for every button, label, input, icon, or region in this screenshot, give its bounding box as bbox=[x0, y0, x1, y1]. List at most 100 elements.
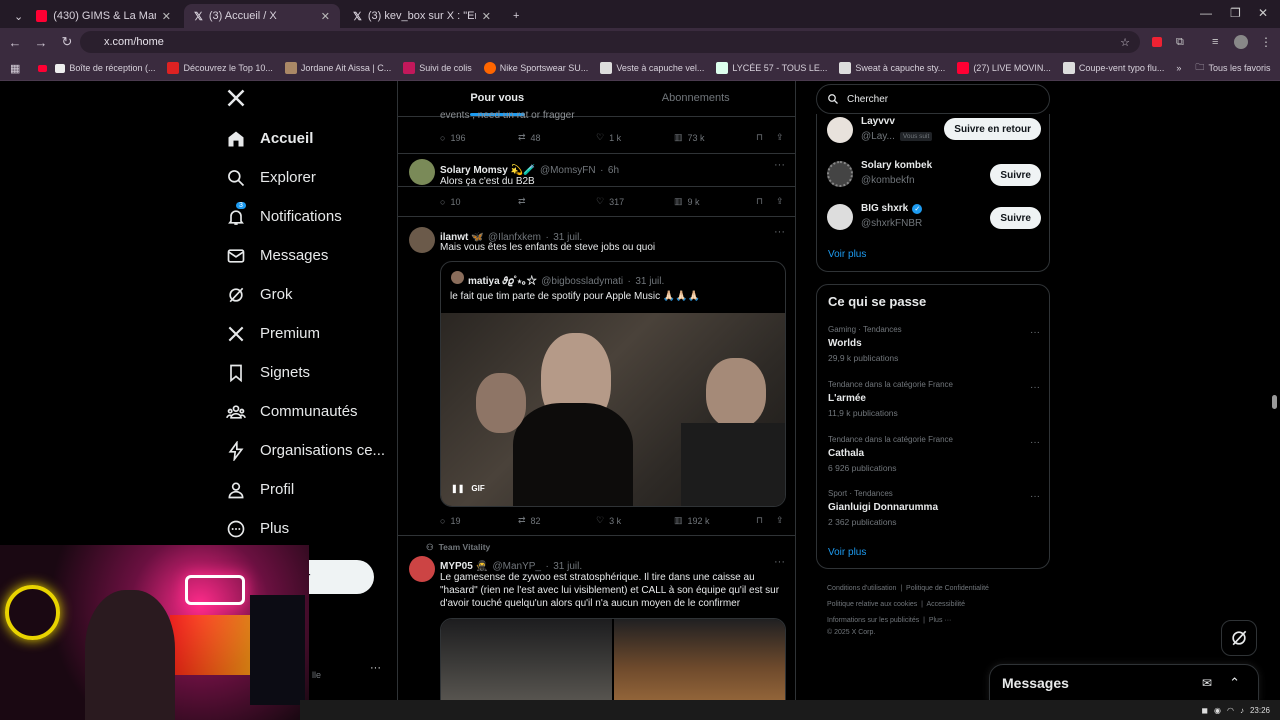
new-tab-button[interactable]: + bbox=[503, 4, 529, 28]
account-more-icon[interactable]: ··· bbox=[370, 662, 381, 674]
reply-button[interactable]: ○ 196 bbox=[440, 132, 518, 143]
trend-item[interactable]: Sport · Tendances Gianluigi Donnarumma 2… bbox=[828, 489, 1040, 527]
like-button[interactable]: ♡ 317 bbox=[596, 196, 674, 207]
trend-item[interactable]: Tendance dans la catégorie France Cathal… bbox=[828, 435, 1040, 473]
avatar[interactable] bbox=[827, 161, 853, 187]
pause-icon[interactable]: ❚❚ bbox=[451, 484, 464, 493]
nav-organisations[interactable]: Organisations ce... bbox=[222, 431, 392, 470]
tab-youtube[interactable]: (430) GIMS & La Mano 1.9 - PA... ✕ bbox=[26, 4, 181, 28]
close-window-icon[interactable]: ✕ bbox=[1258, 6, 1268, 20]
views-button[interactable]: ▥ 9 k bbox=[674, 196, 756, 207]
bookmarks-overflow-icon[interactable]: » bbox=[1176, 63, 1181, 73]
avatar[interactable] bbox=[827, 204, 853, 230]
tweet[interactable]: ⚇ Team Vitality MYP05 🥷 @ManYP_ · 31 jui… bbox=[398, 536, 795, 720]
avatar[interactable] bbox=[409, 159, 435, 185]
trend-more-icon[interactable]: ··· bbox=[1030, 437, 1040, 448]
follow-suggestion[interactable]: Layvvv @Lay... Vous suit Suivre en retou… bbox=[827, 114, 1041, 150]
bookmark-gmail[interactable]: Boîte de réception (... bbox=[55, 63, 155, 73]
all-bookmarks[interactable]: 🗀 Tous les favoris bbox=[1195, 60, 1270, 76]
trend-more-icon[interactable]: ··· bbox=[1030, 382, 1040, 393]
close-tab-icon[interactable]: ✕ bbox=[321, 10, 330, 23]
trend-item[interactable]: Tendance dans la catégorie France L'armé… bbox=[828, 380, 1040, 418]
new-message-icon[interactable]: ✉ bbox=[1202, 676, 1212, 690]
show-more-link[interactable]: Voir plus bbox=[828, 249, 866, 260]
extensions-icon[interactable]: ⧉ bbox=[1176, 36, 1184, 49]
tab-list-button[interactable]: ⌄ bbox=[4, 4, 24, 28]
like-button[interactable]: ♡ 3 k bbox=[596, 515, 674, 526]
footer-link[interactable]: Accessibilité bbox=[927, 601, 966, 608]
back-icon[interactable]: ← bbox=[2, 35, 28, 50]
bookmark-button[interactable]: ⊓ bbox=[756, 515, 776, 526]
reload-icon[interactable]: ↻ bbox=[54, 34, 80, 50]
bookmark-button[interactable]: ⊓ bbox=[756, 132, 776, 143]
trend-item[interactable]: Gaming · Tendances Worlds 29,9 k publica… bbox=[828, 325, 1040, 363]
show-more-link[interactable]: Voir plus bbox=[828, 547, 866, 558]
like-button[interactable]: ♡ 1 k bbox=[596, 132, 674, 143]
nav-home[interactable]: Accueil bbox=[222, 119, 392, 158]
avatar[interactable] bbox=[409, 556, 435, 582]
bookmark-jordane[interactable]: Jordane Ait Aissa | C... bbox=[284, 62, 391, 74]
trend-more-icon[interactable]: ··· bbox=[1030, 327, 1040, 338]
trend-more-icon[interactable]: ··· bbox=[1030, 491, 1040, 502]
footer-link[interactable]: Politique relative aux cookies bbox=[827, 601, 917, 608]
quoted-tweet[interactable]: matiya 𝜗𝜚˚⋆｡☆ @bigbossladymati · 31 juil… bbox=[440, 261, 786, 507]
restore-icon[interactable]: ❐ bbox=[1230, 6, 1241, 20]
messages-drawer[interactable]: Messages ✉ ⌃ bbox=[989, 664, 1259, 702]
search-input[interactable]: Chercher bbox=[816, 84, 1050, 114]
nav-bookmarks[interactable]: Signets bbox=[222, 353, 392, 392]
nav-messages[interactable]: Messages bbox=[222, 236, 392, 275]
bookmark-suivi[interactable]: Suivi de colis bbox=[403, 62, 472, 74]
footer-link[interactable]: Informations sur les publicités bbox=[827, 617, 919, 624]
repost-button[interactable]: ⇄ bbox=[518, 196, 596, 207]
tab-following[interactable]: Abonnements bbox=[597, 81, 796, 116]
repost-button[interactable]: ⇄ 48 bbox=[518, 132, 596, 143]
menu-icon[interactable]: ⋮ bbox=[1260, 35, 1272, 49]
bookmark-lycee[interactable]: LYCÉE 57 - TOUS LE... bbox=[716, 62, 827, 74]
close-tab-icon[interactable]: ✕ bbox=[162, 10, 171, 23]
extension-icon[interactable] bbox=[1152, 37, 1162, 47]
minimize-icon[interactable]: — bbox=[1200, 6, 1212, 20]
media-icon[interactable]: ≡ bbox=[1212, 36, 1218, 48]
tray-icon[interactable]: ◼ bbox=[1201, 706, 1208, 715]
apps-icon[interactable]: ▦ bbox=[10, 62, 20, 75]
share-icon[interactable]: ⇪ bbox=[776, 196, 784, 207]
clock[interactable]: 23:26 bbox=[1250, 706, 1270, 715]
nav-profile[interactable]: Profil bbox=[222, 470, 392, 509]
close-tab-icon[interactable]: ✕ bbox=[482, 10, 491, 23]
reply-button[interactable]: ○ 19 bbox=[440, 515, 518, 526]
tab-x-home[interactable]: 𝕏 (3) Accueil / X ✕ bbox=[184, 4, 340, 28]
grok-button[interactable] bbox=[1221, 620, 1257, 656]
share-icon[interactable]: ⇪ bbox=[776, 515, 784, 526]
url-bar[interactable]: x.com/home ☆ bbox=[80, 31, 1140, 53]
bookmark-top10[interactable]: Découvrez le Top 10... bbox=[167, 62, 273, 74]
nav-grok[interactable]: Grok bbox=[222, 275, 392, 314]
profile-avatar[interactable] bbox=[1234, 35, 1248, 49]
follow-back-button[interactable]: Suivre en retour bbox=[944, 118, 1041, 140]
share-icon[interactable]: ⇪ bbox=[776, 132, 784, 143]
nav-notifications[interactable]: 3 Notifications bbox=[222, 197, 392, 236]
tab-kev-box[interactable]: 𝕏 (3) kev_box sur X : "En route p... ✕ bbox=[343, 4, 501, 28]
follow-button[interactable]: Suivre bbox=[990, 164, 1041, 186]
nav-more[interactable]: Plus bbox=[222, 509, 392, 548]
page-scrollbar[interactable] bbox=[1272, 395, 1277, 409]
repost-button[interactable]: ⇄ 82 bbox=[518, 515, 596, 526]
expand-icon[interactable]: ⌃ bbox=[1229, 675, 1240, 691]
tweet-time[interactable]: 6h bbox=[608, 165, 619, 176]
tweet[interactable]: events , need un rat or fragger ○ 196 ⇄ 48… bbox=[398, 110, 795, 187]
footer-link[interactable]: Conditions d'utilisation bbox=[827, 585, 896, 592]
bookmark-nike[interactable]: Nike Sportswear SU... bbox=[483, 62, 588, 74]
bookmark-veste[interactable]: Veste à capuche vel... bbox=[600, 62, 704, 74]
tweet-more-icon[interactable]: ··· bbox=[774, 159, 785, 171]
bookmark-sweat[interactable]: Sweat à capuche sty... bbox=[839, 62, 945, 74]
nav-premium[interactable]: Premium bbox=[222, 314, 392, 353]
tweet[interactable]: ilanwt 🦋 @Ilanfxkem · 31 juil. ··· Mais … bbox=[398, 217, 795, 536]
views-button[interactable]: ▥ 192 k bbox=[674, 515, 756, 526]
bookmark-button[interactable]: ⊓ bbox=[756, 196, 776, 207]
tweet-more-icon[interactable]: ··· bbox=[774, 556, 785, 568]
forward-icon[interactable]: → bbox=[28, 35, 54, 50]
user-name[interactable]: Solary kombek bbox=[861, 160, 932, 171]
user-handle[interactable]: @MomsyFN bbox=[540, 165, 596, 176]
bookmark-live[interactable]: (27) LIVE MOVIN... bbox=[957, 62, 1051, 74]
follow-suggestion[interactable]: BIG shxrk ✓ @shxrkFNBR Suivre bbox=[827, 201, 1041, 237]
tray-icon[interactable]: ◉ bbox=[1214, 706, 1221, 715]
